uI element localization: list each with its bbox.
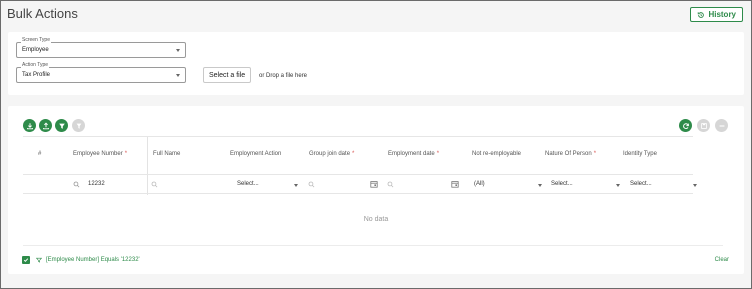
required-mark: * xyxy=(124,151,128,157)
more-button[interactable] xyxy=(715,119,728,132)
required-mark: * xyxy=(436,151,440,157)
drop-zone-text[interactable]: or Drop a file here xyxy=(259,73,307,79)
column-title: Nature Of Person xyxy=(545,151,592,157)
grid-card: # Employee Number * Full Name Employment … xyxy=(8,106,744,274)
column-title: Full Name xyxy=(153,151,181,157)
action-type-value: Tax Profile xyxy=(22,72,51,78)
identity-type-filter[interactable]: Select... xyxy=(627,179,699,191)
column-header-employee-number[interactable]: Employee Number * xyxy=(73,151,127,157)
chevron-down-icon xyxy=(176,74,180,77)
grid-header-row: # Employee Number * Full Name Employment … xyxy=(23,136,693,195)
history-button[interactable]: History xyxy=(690,7,743,22)
search-icon xyxy=(387,181,394,188)
download-button[interactable] xyxy=(23,119,36,132)
calendar-icon[interactable] xyxy=(370,180,378,188)
chevron-down-icon xyxy=(693,184,697,187)
column-header-employment-date[interactable]: Employment date * xyxy=(388,151,439,157)
nature-of-person-filter-value: Select... xyxy=(551,181,573,187)
column-title: Employment Action xyxy=(230,151,282,157)
upload-card: Screen Type Employee Action Type Tax Pro… xyxy=(8,32,744,95)
employment-action-filter-value: Select... xyxy=(237,181,259,187)
search-icon xyxy=(73,181,80,188)
filter-icon xyxy=(58,123,65,129)
divider xyxy=(23,245,723,246)
select-file-button[interactable]: Select a file xyxy=(203,67,252,83)
chevron-down-icon xyxy=(616,184,620,187)
required-mark: * xyxy=(593,151,597,157)
download-icon xyxy=(26,122,33,129)
history-icon xyxy=(698,11,705,18)
column-header-not-re-employable[interactable]: Not re-employable xyxy=(472,151,521,157)
required-mark: * xyxy=(352,151,355,157)
not-re-employable-filter-value: (All) xyxy=(474,181,485,187)
search-icon xyxy=(308,181,315,188)
action-type-label: Action Type xyxy=(21,62,50,69)
filter-enabled-checkbox[interactable] xyxy=(22,256,30,264)
filter-button[interactable] xyxy=(55,119,68,132)
empty-state-text: No data xyxy=(363,216,389,223)
nature-of-person-filter[interactable]: Select... xyxy=(549,179,621,191)
column-title: Identity Type xyxy=(623,151,657,157)
screen-type-value: Employee xyxy=(22,47,49,53)
column-title: # xyxy=(38,151,42,157)
save-icon xyxy=(700,122,707,129)
column-header-index[interactable]: # xyxy=(38,151,41,157)
group-join-date-filter[interactable] xyxy=(308,179,380,191)
clear-filter-button[interactable] xyxy=(72,119,85,132)
column-title: Employee Number xyxy=(73,151,123,157)
employment-date-filter[interactable] xyxy=(387,179,460,191)
refresh-icon xyxy=(682,122,689,129)
employee-number-filter[interactable]: 12232 xyxy=(73,179,145,191)
screen-type-select[interactable]: Screen Type Employee xyxy=(16,37,186,58)
column-header-nature-of-person[interactable]: Nature Of Person * xyxy=(545,151,596,157)
column-title: Employment date xyxy=(388,151,435,157)
more-icon xyxy=(719,124,724,127)
not-re-employable-filter[interactable]: (All) xyxy=(466,179,542,191)
clear-filter-icon xyxy=(76,123,81,129)
upload-icon xyxy=(42,122,49,129)
page-title: Bulk Actions xyxy=(7,6,78,21)
employment-action-filter[interactable]: Select... xyxy=(229,179,300,191)
refresh-button[interactable] xyxy=(679,119,692,132)
history-label: History xyxy=(708,10,736,19)
column-header-employment-action[interactable]: Employment Action xyxy=(230,151,281,157)
chevron-down-icon xyxy=(176,49,180,52)
filter-expression-link[interactable]: [Employee Number] Equals '12232' xyxy=(46,257,140,263)
identity-type-filter-value: Select... xyxy=(630,181,652,187)
app-frame: Bulk Actions History Screen Type Employe… xyxy=(0,0,752,289)
filter-icon xyxy=(36,257,42,263)
employee-number-filter-value: 12232 xyxy=(88,181,105,187)
grid-filter-row: 12232 Select... (All) Select... Select..… xyxy=(23,174,697,194)
save-button[interactable] xyxy=(697,119,710,132)
chevron-down-icon xyxy=(294,184,298,187)
column-title: Not re-employable xyxy=(472,151,522,157)
column-header-full-name[interactable]: Full Name xyxy=(153,151,180,157)
clear-filter-link[interactable]: Clear xyxy=(715,257,729,263)
calendar-icon[interactable] xyxy=(451,180,459,188)
screen-type-label: Screen Type xyxy=(21,37,51,44)
column-title: Group join date xyxy=(309,151,351,157)
upload-button[interactable] xyxy=(39,119,52,132)
action-type-select[interactable]: Action Type Tax Profile xyxy=(16,62,186,83)
full-name-filter[interactable] xyxy=(151,179,221,191)
column-header-group-join-date[interactable]: Group join date * xyxy=(309,151,354,157)
search-icon xyxy=(151,181,158,188)
check-icon xyxy=(23,258,29,263)
column-header-identity-type[interactable]: Identity Type xyxy=(623,151,657,157)
chevron-down-icon xyxy=(538,184,542,187)
